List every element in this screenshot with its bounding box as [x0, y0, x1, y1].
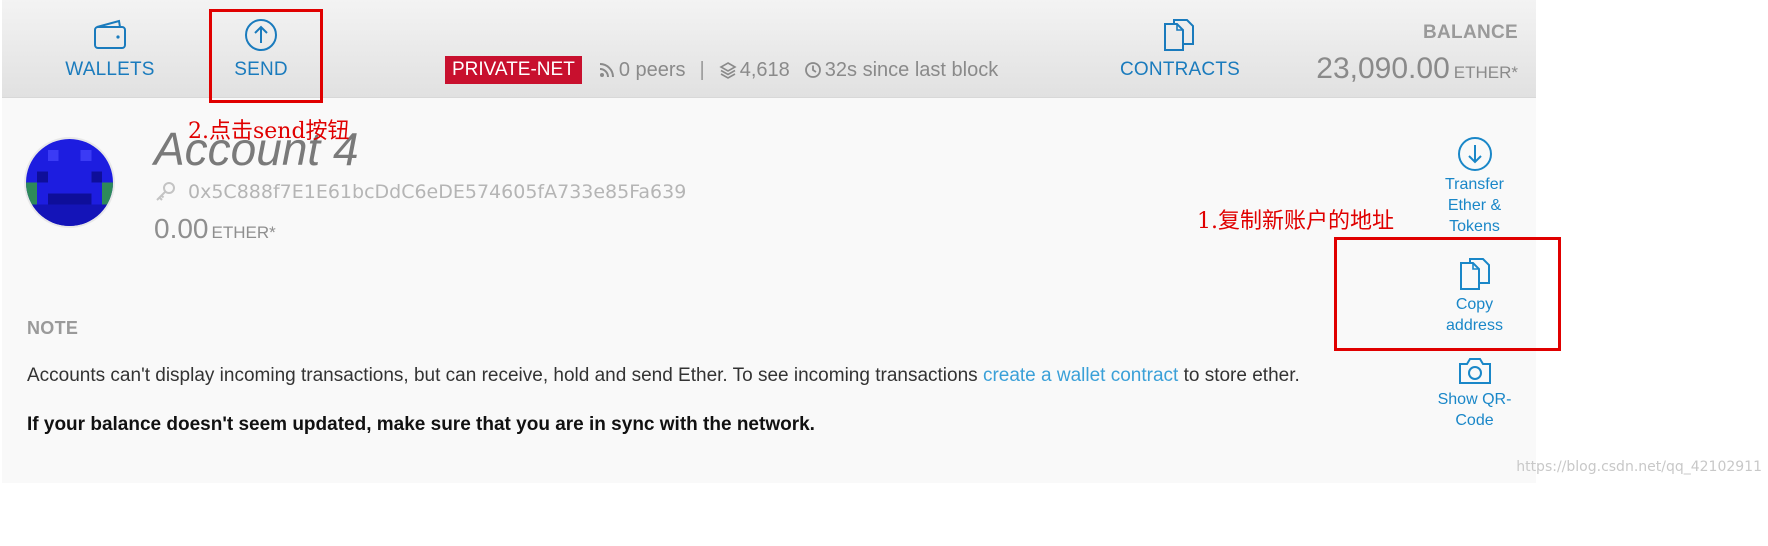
layers-icon — [719, 62, 737, 79]
copy-highlight-box — [1334, 237, 1561, 351]
network-status: PRIVATE-NET 0 peers | 4,618 32s since la… — [445, 54, 998, 86]
last-block-text: 32s since last block — [824, 58, 999, 81]
block-number-text: 4,618 — [739, 58, 790, 81]
key-icon — [156, 182, 175, 201]
transfer-ether-tokens-button[interactable]: Transfer Ether & Tokens — [1427, 136, 1522, 237]
nav-contracts-label: CONTRACTS — [1120, 59, 1241, 80]
account-balance-unit: ETHER* — [211, 223, 276, 242]
wallet-icon — [94, 19, 126, 49]
show-qr-label: Show QR- Code — [1437, 391, 1512, 429]
account-avatar — [26, 139, 113, 226]
sync-warning: If your balance doesn't seem updated, ma… — [27, 414, 815, 435]
account-balance: 0.00 ETHER* — [154, 213, 276, 245]
peers-status: 0 peers — [598, 59, 686, 82]
annotation-step-copy: 1.复制新账户的地址 — [1197, 209, 1394, 234]
create-wallet-contract-link[interactable]: create a wallet contract — [983, 365, 1178, 386]
clock-icon — [804, 62, 821, 78]
balance-label: BALANCE — [1423, 22, 1518, 43]
block-status: 4,618 — [719, 59, 790, 82]
last-block-status: 32s since last block — [804, 59, 998, 82]
note-heading: NOTE — [27, 318, 79, 338]
send-highlight-box — [209, 9, 323, 103]
account-address[interactable]: 0x5C888f7E1E61bcDdC6eDE574605fA733e85Fa6… — [188, 181, 686, 203]
arrow-down-circle-icon — [1457, 137, 1492, 171]
status-separator: | — [699, 58, 705, 81]
page-bottom-margin — [0, 483, 1768, 546]
note-text-after: to store ether. — [1178, 365, 1300, 386]
peers-text: 0 peers — [618, 58, 686, 81]
account-balance-amount: 0.00 — [154, 213, 209, 244]
watermark: https://blog.csdn.net/qq_42102911 — [1516, 459, 1762, 475]
total-balance-unit: ETHER* — [1453, 63, 1518, 82]
annotation-step-send: 2.点击send按钮 — [188, 119, 350, 144]
show-qr-code-button[interactable]: Show QR- Code — [1427, 355, 1522, 431]
transfer-label: Transfer Ether & Tokens — [1445, 176, 1504, 235]
documents-icon — [1164, 19, 1194, 51]
note-text: Accounts can't display incoming transact… — [27, 365, 1300, 387]
camera-icon — [1458, 358, 1491, 384]
nav-wallets-button[interactable]: WALLETS — [60, 18, 160, 81]
total-balance-amount: 23,090.00 — [1316, 52, 1450, 85]
total-balance: 23,090.00 ETHER* — [1316, 52, 1518, 86]
nav-wallets-label: WALLETS — [65, 59, 155, 80]
account-address-row[interactable]: 0x5C888f7E1E61bcDdC6eDE574605fA733e85Fa6… — [154, 180, 686, 204]
network-badge: PRIVATE-NET — [445, 56, 582, 84]
signal-icon — [599, 63, 614, 78]
note-text-before: Accounts can't display incoming transact… — [27, 365, 983, 386]
nav-contracts-button[interactable]: CONTRACTS — [1120, 18, 1241, 81]
